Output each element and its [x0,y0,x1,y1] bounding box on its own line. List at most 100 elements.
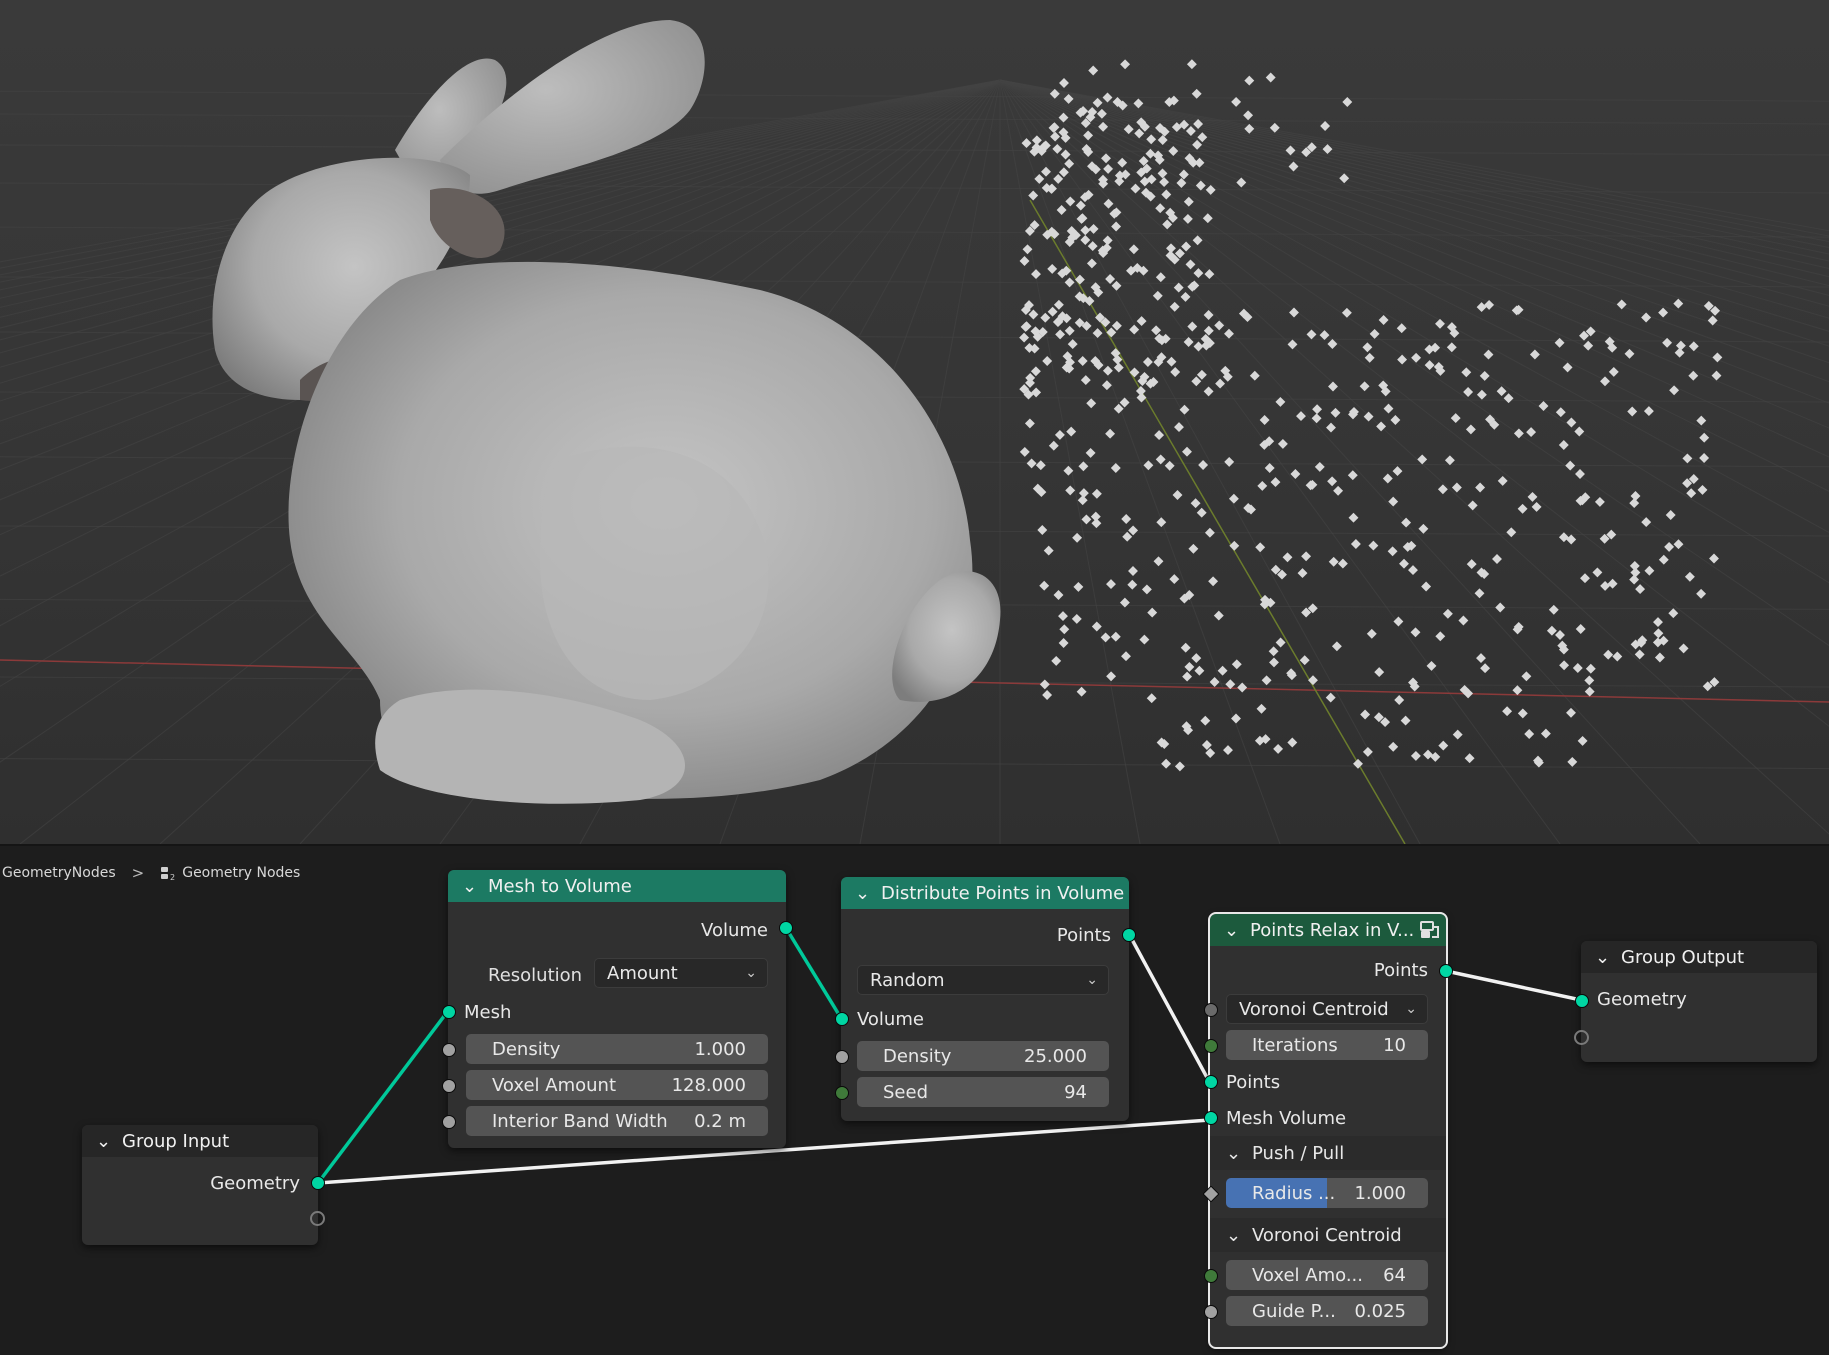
mode-input-socket[interactable] [1204,1003,1218,1017]
cloud-point [1243,110,1254,121]
voronoi-panel-header[interactable]: ⌄ Voronoi Centroid [1210,1218,1446,1252]
chevron-down-icon[interactable]: ⌄ [1224,920,1242,941]
cloud-point [1048,440,1059,451]
cloud-point [1287,737,1298,748]
seed-field[interactable]: Seed 94 [857,1077,1109,1107]
cloud-point [1580,573,1590,584]
cloud-point [1483,349,1494,360]
cloud-point [1075,200,1086,211]
cloud-point [1426,660,1437,671]
cloud-point [1143,460,1154,471]
group-input-node[interactable]: ⌄ Group Input Geometry [82,1125,325,1245]
cloud-point [1480,663,1491,674]
cloud-point [1350,539,1361,549]
volume-output-socket[interactable] [779,921,793,935]
cloud-point [1600,376,1610,387]
points-input-socket[interactable] [1204,1075,1218,1089]
group-output-node[interactable]: ⌄ Group Output Geometry [1574,941,1817,1062]
cloud-point [1100,632,1111,643]
cloud-point [1127,579,1138,590]
cloud-point [1421,581,1432,592]
cloud-point [1540,728,1551,739]
guide-field[interactable]: Guide P... 0.025 [1226,1296,1428,1326]
cloud-point [1035,460,1046,471]
mesh-input-socket[interactable] [442,1005,456,1019]
iterations-field[interactable]: Iterations 10 [1226,1030,1428,1060]
cloud-point [1030,366,1041,377]
density-input-socket[interactable] [442,1043,456,1057]
node-header[interactable]: ⌄ Group Output [1581,941,1817,973]
voxel-amount-input-socket[interactable] [442,1079,456,1093]
band-width-input-socket[interactable] [442,1115,456,1129]
resolution-mode-select[interactable]: Amount ⌄ [594,958,768,988]
cloud-point [1085,447,1096,458]
cloud-point [1031,387,1042,398]
cloud-point [1187,321,1198,332]
cloud-point [1203,386,1214,397]
cloud-point [1058,638,1069,648]
density-input-socket[interactable] [835,1050,849,1064]
select-value: Voronoi Centroid [1239,998,1389,1020]
cloud-point [1224,328,1234,339]
density-field[interactable]: Density 1.000 [466,1034,768,1064]
cloud-point [1265,72,1276,83]
cloud-point [1047,263,1058,274]
cloud-point [1119,397,1130,408]
seed-input-socket[interactable] [835,1086,849,1100]
cloud-point [1574,426,1585,437]
chevron-down-icon[interactable]: ⌄ [855,883,873,904]
distribute-density-field[interactable]: Density 25.000 [857,1041,1109,1071]
cloud-point [1362,342,1373,353]
cloud-point [1172,490,1183,500]
mesh-volume-input-socket[interactable] [1204,1111,1218,1125]
guide-input-socket[interactable] [1204,1305,1218,1319]
link-volume-volume [784,927,843,1019]
iterations-input-socket[interactable] [1204,1039,1218,1053]
push-pull-panel-header[interactable]: ⌄ Push / Pull [1210,1136,1446,1170]
node-group-icon[interactable] [1418,919,1440,941]
node-title: Group Input [122,1130,230,1152]
cloud-point [1374,667,1385,678]
relax-mode-select[interactable]: Voronoi Centroid ⌄ [1226,994,1428,1024]
volume-input-socket[interactable] [835,1012,849,1026]
cloud-point [1527,491,1538,502]
chevron-down-icon[interactable]: ⌄ [1595,947,1613,968]
mesh-to-volume-node[interactable]: ⌄ Mesh to Volume Volume Resolution Amoun… [442,870,793,1148]
node-header[interactable]: ⌄ Group Input [82,1125,318,1157]
distribute-mode-select[interactable]: Random ⌄ [857,965,1109,995]
3d-viewport[interactable] [0,0,1829,844]
geometry-output-socket[interactable] [311,1176,325,1190]
points-output-socket[interactable] [1439,964,1453,978]
voxel-amount-field[interactable]: Voxel Amo... 64 [1226,1260,1428,1290]
interior-band-width-field[interactable]: Interior Band Width 0.2 m [466,1106,768,1136]
cloud-point [1182,671,1193,682]
cloud-point [1244,75,1255,86]
distribute-points-node[interactable]: ⌄ Distribute Points in Volume Points Ran… [835,877,1136,1121]
cloud-point [1249,370,1260,381]
cloud-point [1435,318,1445,329]
cloud-point [1320,121,1331,131]
voxel-amount-input-socket[interactable] [1204,1269,1218,1283]
cloud-point [1275,396,1286,407]
cloud-point [1128,244,1139,255]
node-header[interactable]: ⌄ Distribute Points in Volume [841,877,1129,909]
cloud-point [1202,213,1213,224]
points-output-socket[interactable] [1122,928,1136,942]
cloud-point [1200,715,1211,726]
cloud-point [1174,761,1185,772]
node-header[interactable]: ⌄ Mesh to Volume [448,870,786,902]
radius-field[interactable]: Radius ... 1.000 [1226,1178,1428,1208]
breadcrumb-root[interactable]: GeometryNodes [2,865,116,881]
node-header[interactable]: ⌄ Points Relax in V... [1210,914,1446,946]
geometry-input-socket[interactable] [1575,994,1589,1008]
cloud-point [1526,427,1537,438]
empty-input-socket[interactable] [1574,1030,1589,1045]
cloud-point [1653,617,1663,628]
voxel-amount-field[interactable]: Voxel Amount 128.000 [466,1070,768,1100]
points-relax-node[interactable]: ⌄ Points Relax in V... Points Voronoi Ce… [1202,912,1453,1349]
empty-output-socket[interactable] [310,1211,325,1226]
breadcrumb-current[interactable]: Geometry Nodes [182,865,300,881]
chevron-down-icon[interactable]: ⌄ [462,876,480,897]
chevron-down-icon[interactable]: ⌄ [96,1131,114,1152]
cloud-point [1653,628,1664,639]
